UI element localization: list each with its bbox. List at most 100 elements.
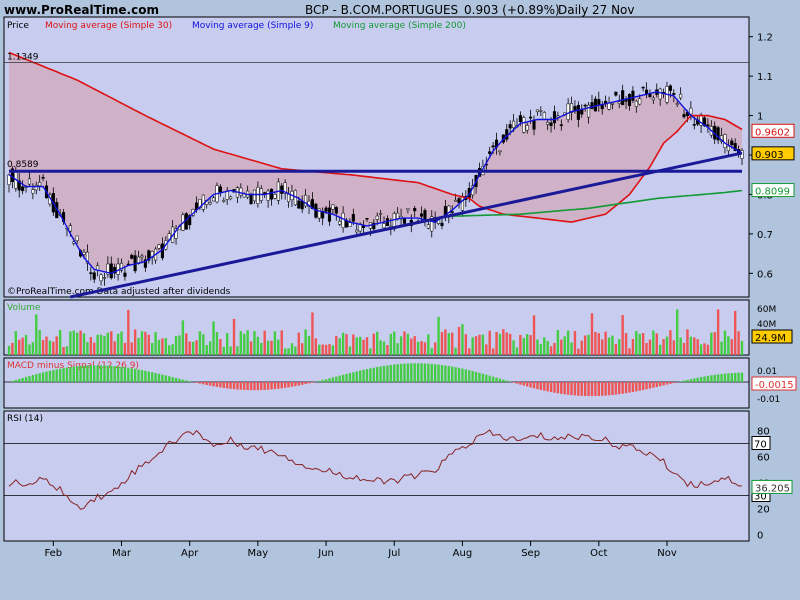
macd-bar [713,374,716,382]
volume-bar [113,341,116,355]
candle-body [508,124,512,129]
x-tick-label: Jul [387,548,400,559]
volume-bar [69,331,72,355]
volume-bar [318,344,321,355]
volume-bar [307,335,311,355]
volume-bar [106,332,110,355]
candle-body [556,115,560,118]
candle-body [535,109,539,113]
macd-bar [693,378,696,382]
rsi-tick-label: 60 [757,453,770,464]
macd-bar [546,382,549,392]
volume-bar [433,342,437,355]
volume-bar [556,329,560,355]
volume-bar [116,333,120,355]
date-label: 27 Nov [592,3,635,17]
volume-bar [583,335,587,355]
volume-bar [454,347,457,355]
volume-bar [372,333,375,355]
volume-bar [178,335,181,355]
volume-bar [669,330,672,355]
macd-bar [471,371,474,382]
candle-body [518,115,522,123]
candle-body [41,177,45,179]
volume-bar [618,339,621,355]
macd-bar [55,369,58,382]
volume-bar [689,336,693,355]
volume-bar [14,331,18,355]
macd-bar [430,363,433,382]
macd-bar [641,382,645,391]
macd-bar [212,382,215,387]
macd-bar [48,370,52,382]
volume-bar [587,334,590,355]
annotation-0858: 0.8589 [7,160,39,170]
volume-bar [682,342,686,355]
candle-body [454,199,458,202]
volume-bar [110,331,113,355]
volume-bar [120,331,123,355]
volume-bar [239,331,243,355]
volume-bar [495,331,498,355]
candle-body [423,210,427,221]
macd-bar [723,373,727,382]
volume-bar [328,344,331,355]
volume-bar [150,342,154,355]
macd-bar [164,375,168,382]
value-label: 0.903 [755,150,784,161]
volume-bar [706,344,710,355]
macd-bar [485,374,488,382]
volume-bar [260,342,263,355]
candle-body [402,218,407,224]
macd-bar [283,382,287,388]
price-tick-label: 0.6 [757,269,773,280]
volume-bar [607,337,611,355]
macd-bar [79,366,82,382]
price-tick-label: 1.2 [757,33,773,44]
site-label[interactable]: www.ProRealTime.com [4,3,159,17]
macd-bar [553,382,556,393]
period-label: Daily [558,3,588,17]
volume-bar [191,341,195,355]
macd-bar [321,380,324,382]
macd-bar [403,363,406,382]
volume-bar [423,342,427,355]
candle-body [89,272,93,274]
macd-bar [658,382,662,387]
macd-bar [679,381,682,382]
macd-bar [590,382,594,397]
candle-body [631,90,635,101]
volume-bar [693,337,696,355]
value-label: 0.8099 [755,187,790,198]
candle-body [644,89,649,94]
volume-bar [396,343,399,355]
macd-bar [198,382,202,384]
volume-bar [222,346,225,355]
macd-bar [686,379,689,382]
volume-bar [416,341,420,355]
x-tick-label: Jun [317,548,334,559]
macd-bar [611,382,614,395]
volume-bar [253,331,256,355]
volume-bar [740,341,744,355]
macd-bar [243,382,246,390]
x-tick-label: May [248,548,269,559]
rsi-ref-label: 70 [754,440,767,451]
volume-bar [123,342,127,355]
chart-canvas: www.ProRealTime.com BCP - B.COM.PORTUGUE… [3,3,797,559]
macd-bar [413,363,416,382]
macd-bar [635,382,638,392]
volume-bar [512,340,515,355]
macd-bar [519,382,522,385]
macd-bar [277,382,280,389]
macd-bar [58,368,62,382]
volume-bar [355,337,358,355]
volume-value: 24.9M [755,333,786,344]
volume-bar [703,343,706,355]
volume-bar [488,330,491,355]
macd-bar [529,382,532,388]
macd-bar [72,366,75,382]
candle-body [252,189,257,202]
macd-bar [41,372,45,382]
volume-bar [18,339,21,355]
